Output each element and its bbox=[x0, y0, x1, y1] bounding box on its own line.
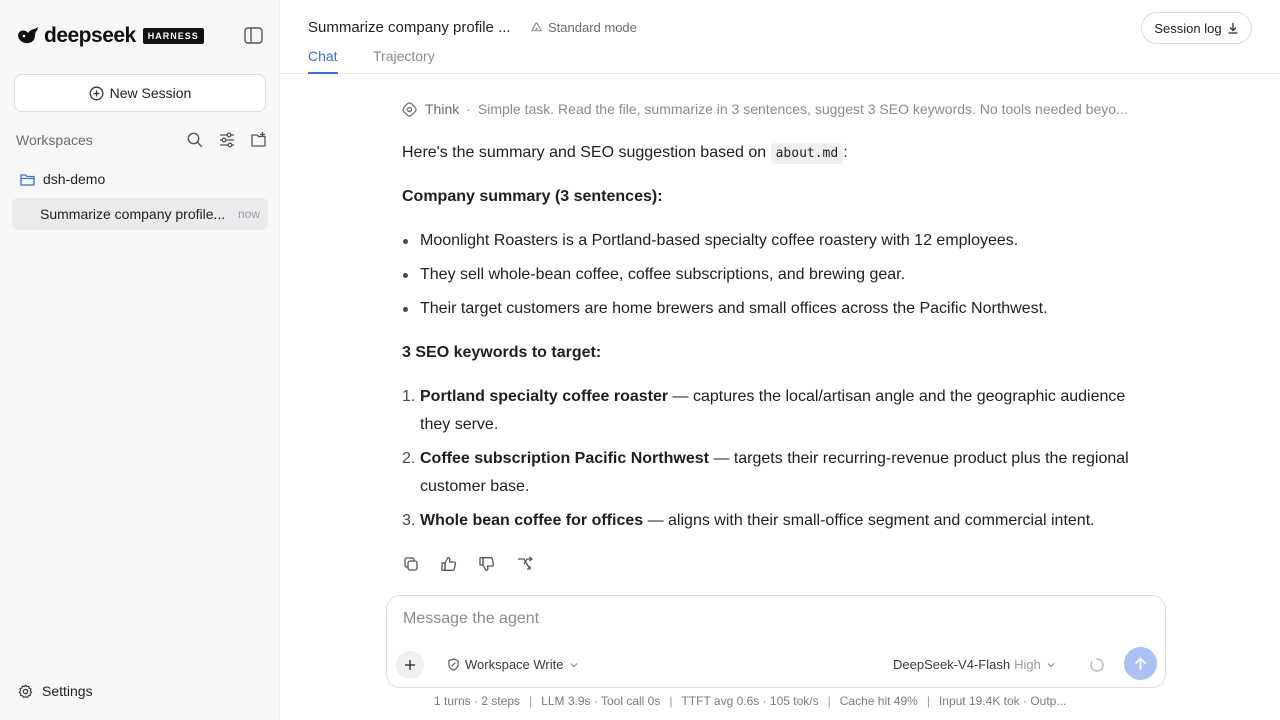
intro-text: Here's the summary and SEO suggestion ba… bbox=[402, 144, 771, 161]
permission-dropdown[interactable]: Workspace Write bbox=[447, 657, 579, 672]
brain-icon bbox=[402, 101, 417, 117]
list-item: Their target customers are home brewers … bbox=[402, 295, 1152, 323]
summary-heading: Company summary (3 sentences): bbox=[402, 188, 663, 205]
status-tokens: Input 19.4K tok · Outp... bbox=[938, 694, 1067, 708]
list-item: They sell whole-bean coffee, coffee subs… bbox=[402, 261, 1152, 289]
composer: Workspace Write DeepSeek-V4-Flash High bbox=[386, 595, 1166, 688]
copy-icon[interactable] bbox=[402, 555, 420, 573]
workspaces-label: Workspaces bbox=[16, 132, 93, 148]
status-bar: 1 turns · 2 steps | LLM 3.9s · Tool call 0… bbox=[434, 694, 1067, 708]
session-log-label: Session log bbox=[1154, 20, 1222, 36]
thumbs-up-icon[interactable] bbox=[440, 555, 458, 573]
thumbs-down-icon[interactable] bbox=[478, 555, 496, 573]
download-icon bbox=[1228, 23, 1238, 34]
list-item: 2. Coffee subscription Pacific Northwest… bbox=[402, 445, 1152, 501]
status-ttft: TTFT avg 0.6s · 105 tok/s bbox=[681, 694, 819, 708]
status-llm: LLM 3.9s · Tool call 0s bbox=[541, 694, 661, 708]
status-turns: 1 turns · 2 steps bbox=[434, 694, 521, 708]
plus-icon bbox=[405, 660, 415, 670]
message-input[interactable] bbox=[403, 610, 1143, 628]
gear-icon bbox=[18, 684, 33, 698]
think-text: Simple task. Read the file, summarize in… bbox=[477, 101, 1128, 117]
brand-name: deepseek bbox=[44, 24, 136, 47]
list-item: 1. Portland specialty coffee roaster — c… bbox=[402, 383, 1152, 439]
intro-colon: : bbox=[843, 144, 848, 161]
plus-circle-icon bbox=[89, 86, 104, 100]
think-separator: · bbox=[466, 101, 471, 117]
keywords-list: 1. Portland specialty coffee roaster — c… bbox=[402, 383, 1152, 541]
workspace-folder[interactable]: dsh-demo bbox=[20, 169, 105, 189]
list-item: Moonlight Roasters is a Portland-based s… bbox=[402, 227, 1152, 255]
model-dropdown[interactable]: DeepSeek-V4-Flash High bbox=[893, 657, 1056, 672]
chat-title: Summarize company profile ... bbox=[308, 19, 511, 36]
folder-icon bbox=[20, 173, 35, 186]
list-marker: 1. bbox=[402, 388, 416, 405]
arrow-up-icon bbox=[1135, 657, 1146, 670]
sidebar-toggle-icon[interactable] bbox=[244, 27, 263, 44]
search-icon[interactable] bbox=[186, 131, 204, 149]
mode-label: Standard mode bbox=[548, 20, 637, 35]
status-cache: Cache hit 49% bbox=[839, 694, 918, 708]
new-folder-icon[interactable] bbox=[250, 131, 268, 149]
recycle-icon bbox=[531, 22, 542, 32]
tab-chat[interactable]: Chat bbox=[308, 48, 338, 74]
inline-code: about.md bbox=[770, 143, 844, 164]
chevron-down-icon bbox=[570, 662, 577, 667]
send-button[interactable] bbox=[1124, 647, 1157, 680]
folder-name: dsh-demo bbox=[43, 171, 106, 187]
branch-icon[interactable] bbox=[516, 555, 534, 573]
attach-button[interactable] bbox=[396, 651, 424, 679]
sidebar: deepseek HARNESS New Session Workspaces bbox=[0, 0, 280, 720]
message-actions bbox=[402, 555, 554, 573]
model-effort: High bbox=[1014, 657, 1041, 672]
tab-trajectory[interactable]: Trajectory bbox=[373, 48, 435, 74]
brand[interactable]: deepseek HARNESS bbox=[16, 24, 204, 48]
chat-header: Summarize company profile ... Standard m… bbox=[280, 0, 1280, 74]
keyword: Coffee subscription Pacific Northwest bbox=[420, 450, 709, 467]
think-label: Think bbox=[425, 101, 460, 117]
chat-content: Think · Simple task. Read the file, summ… bbox=[280, 75, 1280, 595]
keyword-detail: — aligns with their small-office segment… bbox=[643, 512, 1095, 529]
loading-spinner-icon bbox=[1090, 658, 1104, 672]
workspaces-header: Workspaces bbox=[16, 130, 268, 150]
list-marker: 2. bbox=[402, 450, 416, 467]
keyword: Portland specialty coffee roaster bbox=[420, 388, 669, 405]
whale-logo-icon bbox=[18, 27, 38, 44]
session-item[interactable]: Summarize company profile... now bbox=[12, 198, 268, 230]
chevron-down-icon bbox=[1047, 662, 1055, 667]
settings-label: Settings bbox=[42, 683, 93, 699]
keyword: Whole bean coffee for offices bbox=[420, 512, 644, 529]
think-block[interactable]: Think · Simple task. Read the file, summ… bbox=[402, 101, 1152, 117]
permission-label: Workspace Write bbox=[465, 657, 564, 672]
summary-list: Moonlight Roasters is a Portland-based s… bbox=[402, 227, 1152, 329]
session-log-button[interactable]: Session log bbox=[1141, 12, 1252, 44]
keywords-heading: 3 SEO keywords to target: bbox=[402, 344, 602, 361]
new-session-button[interactable]: New Session bbox=[14, 74, 266, 112]
intro-paragraph: Here's the summary and SEO suggestion ba… bbox=[402, 139, 1152, 168]
model-name: DeepSeek-V4-Flash bbox=[893, 657, 1011, 672]
new-session-label: New Session bbox=[109, 85, 192, 101]
mode-indicator: Standard mode bbox=[530, 20, 637, 35]
brand-badge: HARNESS bbox=[142, 28, 204, 44]
list-item: 3. Whole bean coffee for offices — align… bbox=[402, 507, 1152, 535]
session-title: Summarize company profile... bbox=[40, 206, 226, 222]
list-marker: 3. bbox=[402, 512, 416, 529]
shield-pen-icon bbox=[448, 658, 459, 671]
settings-button[interactable]: Settings bbox=[18, 683, 93, 699]
filter-sliders-icon[interactable] bbox=[218, 131, 236, 149]
session-time: now bbox=[237, 207, 260, 221]
